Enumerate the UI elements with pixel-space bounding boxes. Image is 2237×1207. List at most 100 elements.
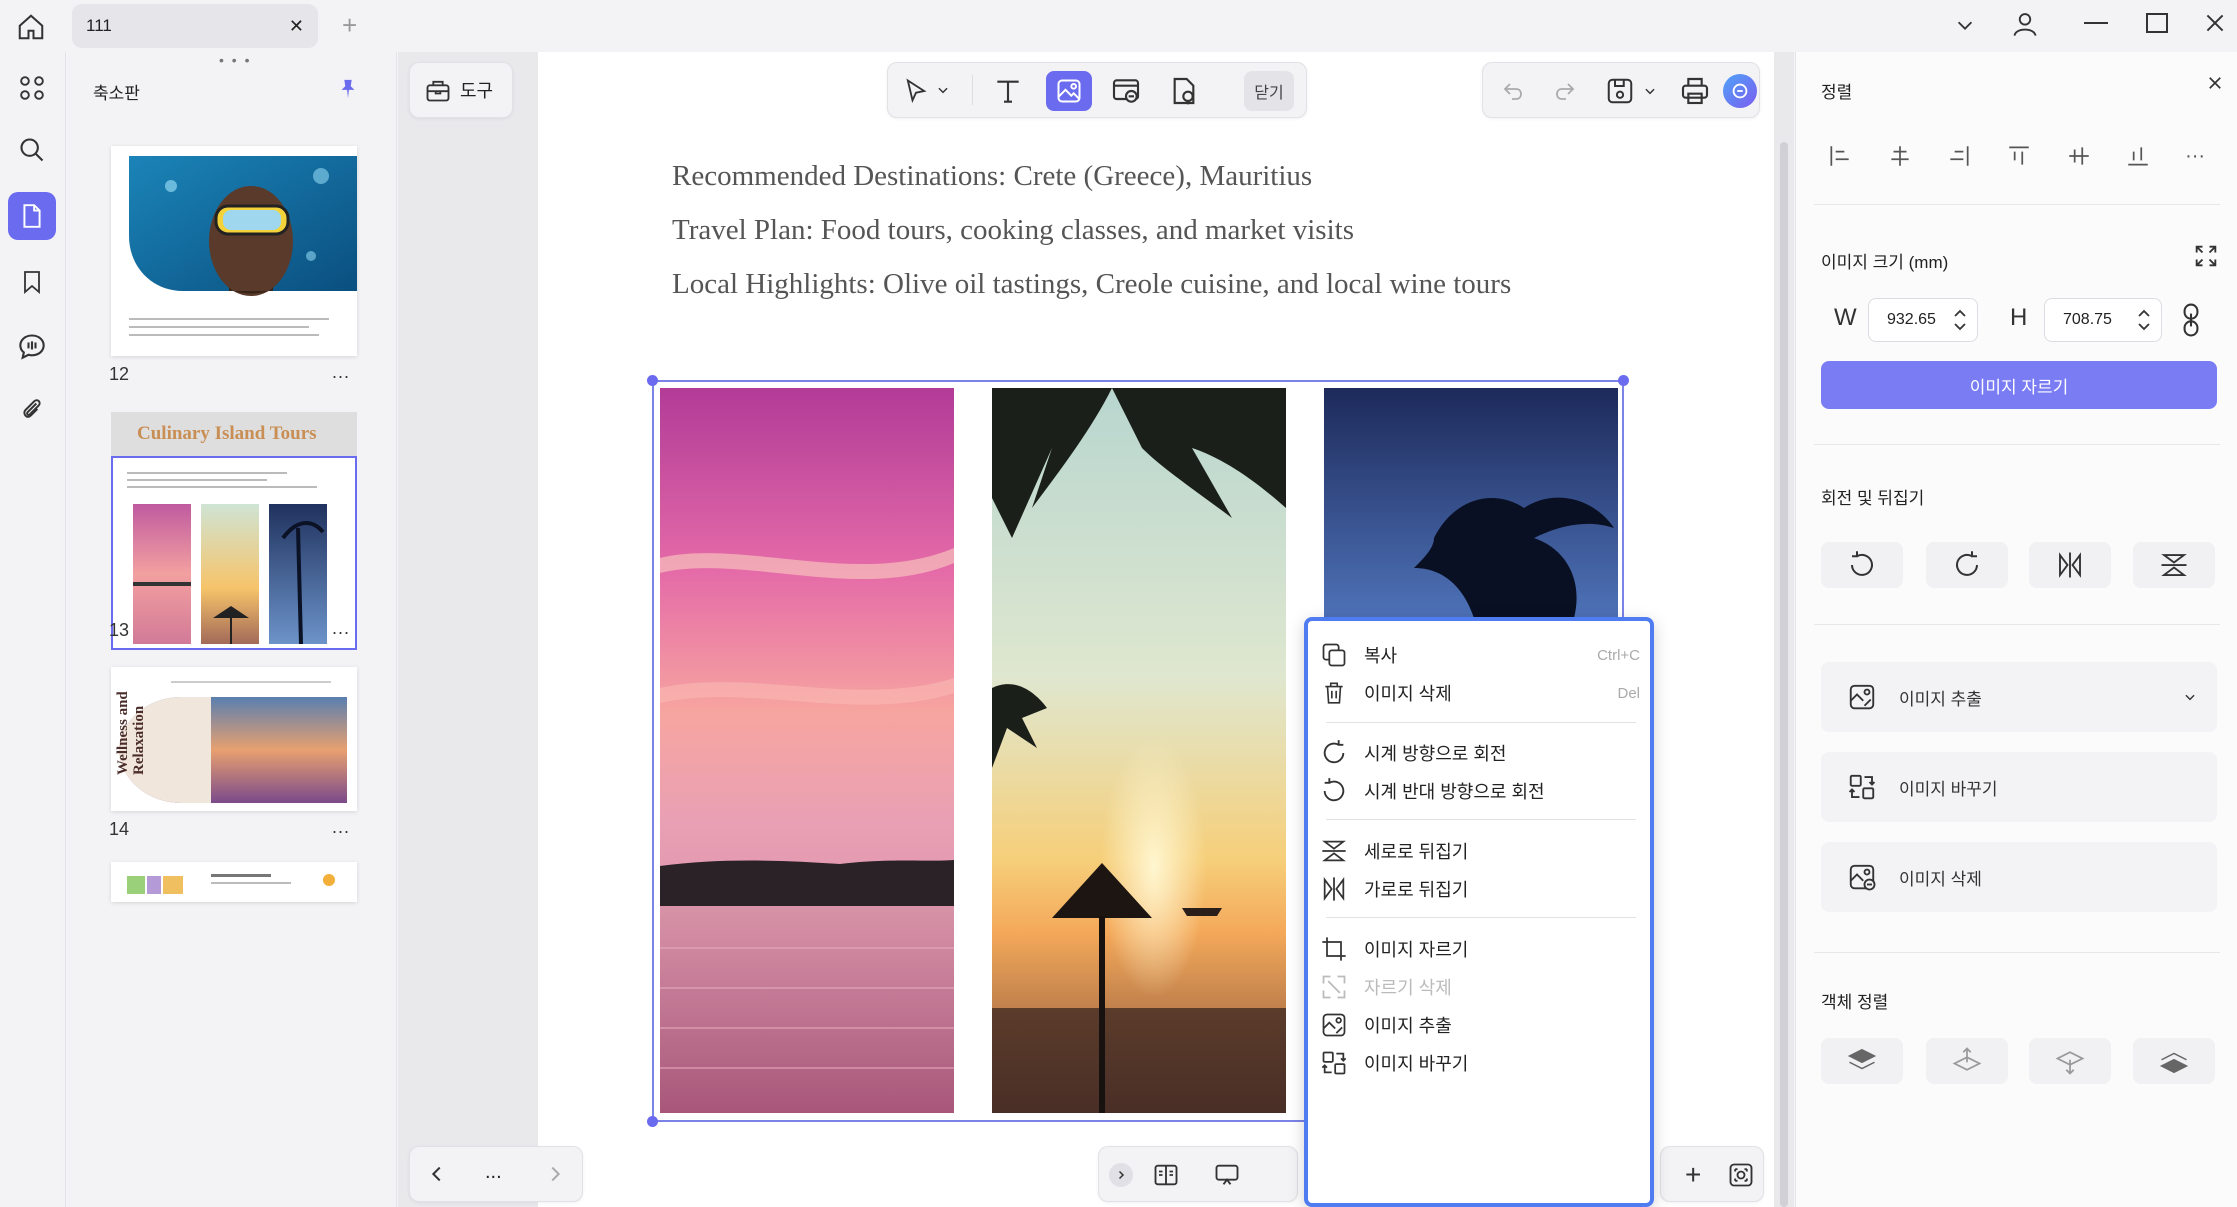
menu-item-flip-horizontal[interactable]: 가로로 뒤집기 — [1318, 865, 1640, 913]
maximize-icon[interactable] — [2146, 13, 2168, 33]
previous-page-icon[interactable] — [426, 1163, 448, 1185]
more-align-icon[interactable]: ··· — [2185, 145, 2205, 168]
apps-grid-icon[interactable] — [8, 64, 56, 112]
undo-icon[interactable] — [1501, 79, 1525, 103]
crop-image-button[interactable]: 이미지 자르기 — [1821, 361, 2217, 409]
close-tab-icon[interactable]: ✕ — [289, 16, 304, 37]
extract-image-dropdown[interactable]: 이미지 추출 — [1821, 662, 2217, 732]
zoom-in-button[interactable]: + — [1685, 1159, 1701, 1191]
presentation-icon[interactable] — [1211, 1161, 1243, 1189]
menu-item-label: 이미지 자르기 — [1364, 940, 1469, 960]
redo-icon[interactable] — [1553, 79, 1577, 103]
page-view-icon[interactable] — [1151, 1161, 1181, 1189]
minimize-icon[interactable] — [2084, 22, 2108, 24]
height-value: 708.75 — [2063, 311, 2112, 328]
pin-icon[interactable] — [337, 76, 359, 102]
save-icon[interactable] — [1605, 76, 1635, 106]
resize-handle-top-left[interactable] — [647, 375, 658, 386]
menu-item-label: 시계 반대 방향으로 회전 — [1364, 782, 1545, 802]
document-text-line[interactable]: Travel Plan: Food tours, cooking classes… — [672, 214, 1354, 247]
align-right-icon[interactable] — [1946, 143, 1972, 169]
close-window-icon[interactable] — [2202, 8, 2228, 38]
user-account-icon[interactable] — [2011, 9, 2039, 39]
align-bottom-icon[interactable] — [2125, 143, 2151, 169]
scrollbar-thumb[interactable] — [1780, 142, 1788, 1207]
action-toolbar — [1482, 62, 1760, 118]
panel-resize-handle[interactable]: • • • — [219, 52, 251, 68]
align-buttons-row: ··· — [1810, 136, 2222, 176]
select-arrow-icon[interactable] — [902, 77, 930, 105]
close-panel-icon[interactable] — [2206, 74, 2224, 92]
thumbnail-page-13[interactable]: Culinary Island Tours — [111, 412, 357, 650]
tools-button[interactable]: 도구 — [409, 62, 513, 118]
copy-icon — [1318, 639, 1350, 671]
fit-page-icon[interactable] — [1727, 1161, 1755, 1189]
align-center-horizontal-icon[interactable] — [1887, 143, 1913, 169]
ai-assistant-icon[interactable] — [1723, 74, 1757, 108]
flip-horizontal-button[interactable] — [2029, 542, 2111, 588]
page-more-button[interactable]: ... — [332, 618, 350, 639]
attachment-icon[interactable] — [8, 386, 56, 434]
height-input[interactable]: 708.75 — [2044, 298, 2162, 342]
align-left-icon[interactable] — [1827, 143, 1853, 169]
document-tab[interactable]: 111 ✕ — [72, 4, 318, 48]
replace-image-icon — [1318, 1047, 1350, 1079]
edit-image-tool-icon[interactable] — [1046, 71, 1092, 111]
menu-item-delete-image[interactable]: 이미지 삭제 Del — [1318, 669, 1640, 717]
extract-image-label: 이미지 추출 — [1899, 689, 1982, 709]
save-dropdown-icon[interactable] — [1643, 84, 1657, 98]
home-icon[interactable] — [16, 12, 46, 42]
width-label: W — [1834, 304, 1857, 331]
new-tab-button[interactable]: + — [342, 10, 357, 41]
rotate-clockwise-button[interactable] — [1926, 542, 2008, 588]
close-edit-button[interactable]: 닫기 — [1244, 71, 1294, 111]
watermark-icon[interactable] — [1168, 75, 1200, 107]
flip-vertical-button[interactable] — [2133, 542, 2215, 588]
spinner-arrows-icon[interactable] — [1953, 307, 1967, 333]
menu-item-replace-image[interactable]: 이미지 바꾸기 — [1318, 1039, 1640, 1087]
send-to-back-button[interactable] — [2133, 1038, 2215, 1084]
resize-handle-top-right[interactable] — [1618, 375, 1629, 386]
add-text-icon[interactable] — [992, 75, 1024, 107]
thumbnail-heading: Culinary Island Tours — [137, 423, 317, 444]
align-center-vertical-icon[interactable] — [2066, 143, 2092, 169]
send-backward-button[interactable] — [2029, 1038, 2111, 1084]
thumbnail-heading: Wellness and Relaxation — [115, 691, 147, 775]
expand-size-icon[interactable] — [2192, 242, 2220, 270]
thumbnails-page-icon[interactable] — [8, 192, 56, 240]
thumbnail-selection-frame — [111, 456, 357, 650]
thumbnail-page-12[interactable] — [111, 146, 357, 356]
next-page-icon[interactable] — [544, 1163, 566, 1185]
edit-link-icon[interactable] — [1110, 75, 1142, 107]
page-more-button[interactable]: ... — [485, 1161, 502, 1184]
chevron-down-icon[interactable] — [1954, 14, 1976, 36]
replace-image-button[interactable]: 이미지 바꾸기 — [1821, 752, 2217, 822]
document-text-line[interactable]: Local Highlights: Olive oil tastings, Cr… — [672, 268, 1511, 301]
spinner-arrows-icon[interactable] — [2137, 307, 2151, 333]
comment-icon[interactable] — [8, 322, 56, 370]
select-dropdown-icon[interactable] — [936, 83, 950, 97]
align-top-icon[interactable] — [2006, 143, 2032, 169]
print-icon[interactable] — [1679, 75, 1711, 107]
menu-item-label: 자르기 삭제 — [1364, 978, 1452, 998]
link-aspect-ratio-icon[interactable] — [2180, 302, 2202, 338]
bookmark-icon[interactable] — [8, 258, 56, 306]
document-text-line[interactable]: Recommended Destinations: Crete (Greece)… — [672, 160, 1312, 193]
menu-item-label: 시계 방향으로 회전 — [1364, 744, 1507, 764]
thumbnail-page-15[interactable] — [111, 862, 357, 902]
page-more-button[interactable]: ... — [332, 362, 350, 383]
rotate-counterclockwise-button[interactable] — [1821, 542, 1903, 588]
search-icon[interactable] — [8, 126, 56, 174]
width-input[interactable]: 932.65 — [1868, 298, 1978, 342]
page-more-button[interactable]: ... — [332, 817, 350, 838]
title-bar: 111 ✕ + — [0, 0, 2237, 52]
bring-to-front-button[interactable] — [1821, 1038, 1903, 1084]
resize-handle-bottom-left[interactable] — [647, 1116, 658, 1127]
bring-forward-button[interactable] — [1926, 1038, 2008, 1084]
toolbar-divider — [972, 75, 973, 105]
vertical-scrollbar[interactable] — [1774, 52, 1794, 1207]
expand-toolbar-icon[interactable] — [1109, 1163, 1133, 1187]
thumbnail-page-14[interactable]: Wellness and Relaxation — [111, 667, 357, 811]
delete-image-button[interactable]: 이미지 삭제 — [1821, 842, 2217, 912]
menu-item-rotate-counterclockwise[interactable]: 시계 반대 방향으로 회전 — [1318, 767, 1640, 815]
